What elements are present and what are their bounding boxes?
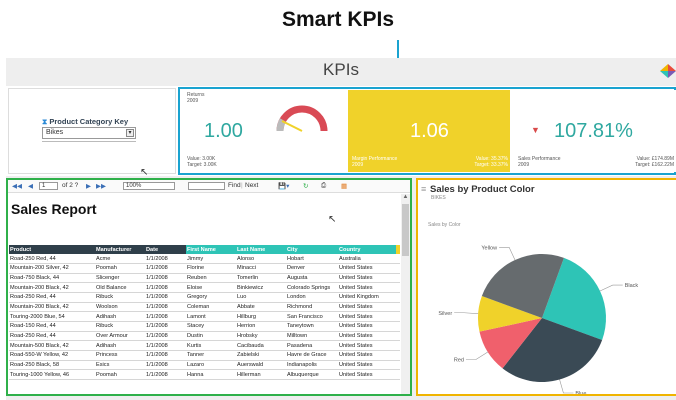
logo-icon bbox=[660, 64, 676, 78]
filter-selected-value: Bikes bbox=[46, 129, 64, 136]
dashboard-title: KPIs bbox=[323, 60, 359, 79]
chart-highlight-frame bbox=[416, 178, 676, 396]
headline: Smart KPIs bbox=[281, 8, 395, 31]
product-category-select[interactable]: Bikes ▾ bbox=[42, 127, 136, 139]
kpi-footer-target: Target: 3.00K bbox=[187, 162, 217, 168]
gauge-icon bbox=[276, 105, 328, 132]
chevron-down-icon[interactable]: ▾ bbox=[126, 129, 134, 137]
kpi-sales[interactable]: ▼ 107.81% Sales Performance 2009 Value: … bbox=[514, 90, 676, 172]
kpi-value: 1.06 bbox=[410, 120, 449, 142]
kpi-footer-sub: 2009 bbox=[352, 162, 364, 168]
kpi-margin[interactable]: 1.06 Margin Performance 2009 Value: 35.3… bbox=[348, 90, 510, 172]
kpi-footer-target: Target: 33.37% bbox=[474, 162, 508, 168]
trend-down-icon: ▼ bbox=[531, 125, 540, 135]
canvas: Smart KPIs KPIs ⧗ Product Category Key B… bbox=[0, 0, 676, 400]
filter-label: ⧗ Product Category Key bbox=[42, 117, 128, 127]
kpi-footer-sub: 2009 bbox=[518, 162, 530, 168]
filter-divider bbox=[42, 141, 136, 142]
filter-icon: ⧗ bbox=[42, 117, 48, 126]
mouse-cursor-icon: ↖ bbox=[140, 167, 149, 178]
kpi-returns[interactable]: Returns 2009 1.00 Value: 3.00K Target: 3… bbox=[181, 90, 344, 172]
kpi-footer-target: Target: £162.22M bbox=[635, 162, 674, 168]
kpi-sub: 2009 bbox=[187, 98, 199, 104]
kpi-value: 107.81% bbox=[554, 120, 633, 142]
kpi-value: 1.00 bbox=[204, 120, 243, 142]
report-highlight-frame bbox=[6, 178, 412, 396]
filter-label-text: Product Category Key bbox=[49, 117, 129, 126]
